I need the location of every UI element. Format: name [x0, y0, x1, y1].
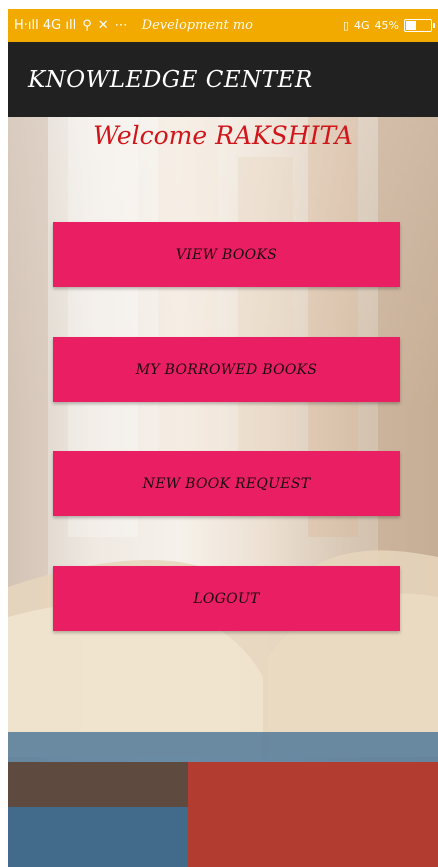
developer-mode-text: Development mo [141, 18, 254, 33]
my-borrowed-books-button[interactable]: MY BORROWED BOOKS [53, 337, 400, 402]
status-left: H·ıll 4G ıll ⚲ ✕ ⋯ [14, 18, 128, 33]
battery-icon [404, 19, 435, 32]
more-icon: ⋯ [114, 18, 128, 33]
welcome-message: Welcome RAKSHITA [93, 121, 353, 150]
status-right: ▯ 4G 45% [342, 19, 435, 32]
usb-icon: ⚲ [82, 18, 92, 33]
logout-button[interactable]: LOGOUT [53, 566, 400, 631]
status-bar: H·ıll 4G ıll ⚲ ✕ ⋯ Development mo ▯ 4G 4… [8, 9, 438, 42]
vibrate-icon: ▯ [342, 19, 350, 32]
new-book-request-button[interactable]: NEW BOOK REQUEST [53, 451, 400, 516]
battery-percent: 45% [374, 19, 399, 32]
app-title: KNOWLEDGE CENTER [28, 66, 313, 93]
network-type: 4G [354, 19, 370, 32]
app-bar: KNOWLEDGE CENTER [8, 42, 438, 117]
signal-icon: H·ıll 4G ıll [14, 18, 77, 33]
tools-icon: ✕ [97, 18, 109, 33]
view-books-button[interactable]: VIEW BOOKS [53, 222, 400, 287]
main-content: Welcome RAKSHITA VIEW BOOKS MY BORROWED … [8, 117, 438, 867]
